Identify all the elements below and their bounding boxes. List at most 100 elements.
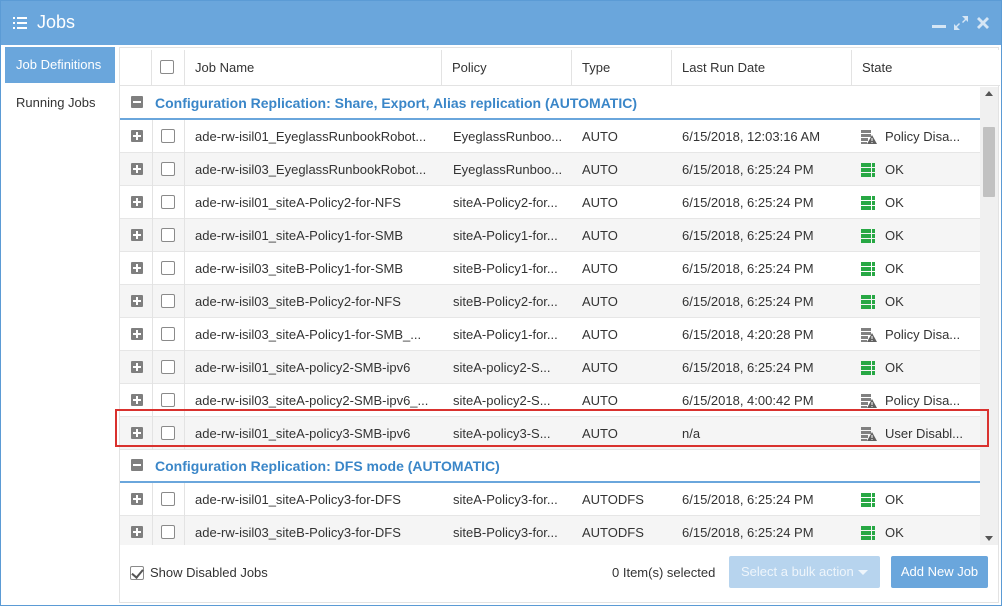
state-cell: OK <box>885 228 904 243</box>
collapse-icon[interactable] <box>131 96 143 108</box>
add-new-job-button[interactable]: Add New Job <box>891 556 988 588</box>
group-row[interactable]: Configuration Replication: DFS mode (AUT… <box>120 450 980 483</box>
expand-icon[interactable] <box>131 130 143 142</box>
job-name-cell[interactable]: ade-rw-isil03_siteB-Policy3-for-DFS <box>195 516 440 545</box>
policy-cell: EyeglassRunboo... <box>453 162 563 177</box>
policy-cell: EyeglassRunboo... <box>453 129 563 144</box>
expand-icon[interactable] <box>131 229 143 241</box>
policy-cell: siteA-policy3-S... <box>453 426 551 441</box>
row-checkbox[interactable] <box>161 525 175 539</box>
state-cell: Policy Disa... <box>885 129 961 144</box>
show-disabled-label[interactable]: Show Disabled Jobs <box>150 565 268 580</box>
expand-icon[interactable] <box>131 262 143 274</box>
expand-icon[interactable] <box>131 163 143 175</box>
column-divider <box>152 219 153 252</box>
row-checkbox[interactable] <box>161 129 175 143</box>
row-checkbox[interactable] <box>161 327 175 341</box>
ok-stack-icon <box>861 262 875 276</box>
row-checkbox[interactable] <box>161 360 175 374</box>
scroll-thumb[interactable] <box>983 127 995 197</box>
table-row[interactable]: ade-rw-isil01_siteA-policy3-SMB-ipv6 site… <box>120 417 980 450</box>
table-row[interactable]: ade-rw-isil03_EyeglassRunbookRobot... Eye… <box>120 153 980 186</box>
job-name-cell[interactable]: ade-rw-isil03_siteB-Policy1-for-SMB <box>195 252 440 285</box>
collapse-icon[interactable] <box>131 459 143 471</box>
type-cell: AUTO <box>582 261 618 276</box>
ok-stack-icon <box>861 196 875 210</box>
column-header-type[interactable]: Type <box>571 50 671 86</box>
job-name-cell[interactable]: ade-rw-isil01_EyeglassRunbookRobot... <box>195 120 440 153</box>
policy-cell: siteA-Policy2-for... <box>453 195 558 210</box>
row-checkbox[interactable] <box>161 228 175 242</box>
column-divider <box>184 153 185 186</box>
expand-icon[interactable] <box>131 526 143 538</box>
show-disabled-checkbox[interactable] <box>130 566 144 580</box>
job-name-cell[interactable]: ade-rw-isil01_siteA-Policy2-for-NFS <box>195 186 440 219</box>
table-row[interactable]: ade-rw-isil01_siteA-policy2-SMB-ipv6 site… <box>120 351 980 384</box>
job-name-cell[interactable]: ade-rw-isil01_siteA-Policy1-for-SMB <box>195 219 440 252</box>
table-row[interactable]: ade-rw-isil01_siteA-Policy1-for-SMB siteA… <box>120 219 980 252</box>
expand-icon[interactable] <box>131 394 143 406</box>
type-cell: AUTO <box>582 360 618 375</box>
row-checkbox[interactable] <box>161 492 175 506</box>
sidebar-item-running-jobs[interactable]: Running Jobs <box>5 85 115 121</box>
column-header-state[interactable]: State <box>851 50 1000 86</box>
close-icon[interactable] <box>975 15 991 31</box>
table-row[interactable]: ade-rw-isil03_siteB-Policy3-for-DFS siteB… <box>120 516 980 545</box>
job-name-cell[interactable]: ade-rw-isil01_siteA-policy3-SMB-ipv6 <box>195 417 440 450</box>
table-row[interactable]: ade-rw-isil03_siteB-Policy2-for-NFS siteB… <box>120 285 980 318</box>
window-titlebar[interactable]: Jobs <box>1 1 1001 45</box>
column-divider <box>152 483 153 516</box>
row-checkbox[interactable] <box>161 393 175 407</box>
disabled-warning-icon <box>861 394 877 408</box>
row-checkbox[interactable] <box>161 294 175 308</box>
row-checkbox[interactable] <box>161 195 175 209</box>
expand-icon[interactable] <box>131 493 143 505</box>
expand-icon[interactable] <box>131 196 143 208</box>
vertical-scrollbar[interactable] <box>980 87 998 545</box>
bulk-action-select[interactable]: Select a bulk action <box>729 556 880 588</box>
job-name-cell[interactable]: ade-rw-isil03_siteA-Policy1-for-SMB_... <box>195 318 440 351</box>
column-divider <box>152 318 153 351</box>
table-row[interactable]: ade-rw-isil03_siteA-policy2-SMB-ipv6_...… <box>120 384 980 417</box>
table-row[interactable]: ade-rw-isil03_siteA-Policy1-for-SMB_... s… <box>120 318 980 351</box>
ok-stack-icon <box>861 526 875 540</box>
last-run-date-cell: 6/15/2018, 6:25:24 PM <box>682 360 814 375</box>
column-header-job-name[interactable]: Job Name <box>184 50 441 86</box>
row-checkbox[interactable] <box>161 426 175 440</box>
table-row[interactable]: ade-rw-isil01_siteA-Policy2-for-NFS siteA… <box>120 186 980 219</box>
job-name-cell[interactable]: ade-rw-isil03_siteB-Policy2-for-NFS <box>195 285 440 318</box>
last-run-date-cell: 6/15/2018, 6:25:24 PM <box>682 162 814 177</box>
minimize-icon[interactable] <box>931 15 947 31</box>
jobs-window: Jobs Job Definitions Running Jobs Job Na… <box>0 0 1002 606</box>
sidebar-item-job-definitions[interactable]: Job Definitions <box>5 47 115 83</box>
column-header-policy[interactable]: Policy <box>441 50 571 86</box>
type-cell: AUTO <box>582 294 618 309</box>
type-cell: AUTO <box>582 228 618 243</box>
maximize-icon[interactable] <box>953 15 969 31</box>
column-header-last-run-date[interactable]: Last Run Date <box>671 50 851 86</box>
state-cell: Policy Disa... <box>885 393 961 408</box>
column-divider <box>152 417 153 450</box>
table-row[interactable]: ade-rw-isil01_siteA-Policy3-for-DFS siteA… <box>120 483 980 516</box>
row-checkbox[interactable] <box>161 261 175 275</box>
state-cell: OK <box>885 294 904 309</box>
table-row[interactable]: ade-rw-isil01_EyeglassRunbookRobot... Eye… <box>120 120 980 153</box>
job-name-cell[interactable]: ade-rw-isil01_siteA-policy2-SMB-ipv6 <box>195 351 440 384</box>
jobs-table-panel: Job Name Policy Type Last Run Date State… <box>119 47 1000 603</box>
scroll-up-icon[interactable] <box>985 91 993 96</box>
table-row[interactable]: ade-rw-isil03_siteB-Policy1-for-SMB siteB… <box>120 252 980 285</box>
expand-icon[interactable] <box>131 361 143 373</box>
job-name-cell[interactable]: ade-rw-isil03_EyeglassRunbookRobot... <box>195 153 440 186</box>
ok-stack-icon <box>861 493 875 507</box>
expand-icon[interactable] <box>131 328 143 340</box>
row-checkbox[interactable] <box>161 162 175 176</box>
expand-icon[interactable] <box>131 427 143 439</box>
select-all-checkbox[interactable] <box>160 60 174 74</box>
job-name-cell[interactable]: ade-rw-isil03_siteA-policy2-SMB-ipv6_... <box>195 384 440 417</box>
scroll-down-icon[interactable] <box>985 536 993 541</box>
expand-icon[interactable] <box>131 295 143 307</box>
job-name-cell[interactable]: ade-rw-isil01_siteA-Policy3-for-DFS <box>195 483 440 516</box>
group-row[interactable]: Configuration Replication: Share, Export… <box>120 87 980 120</box>
policy-cell: siteA-Policy1-for... <box>453 327 558 342</box>
type-cell: AUTO <box>582 327 618 342</box>
